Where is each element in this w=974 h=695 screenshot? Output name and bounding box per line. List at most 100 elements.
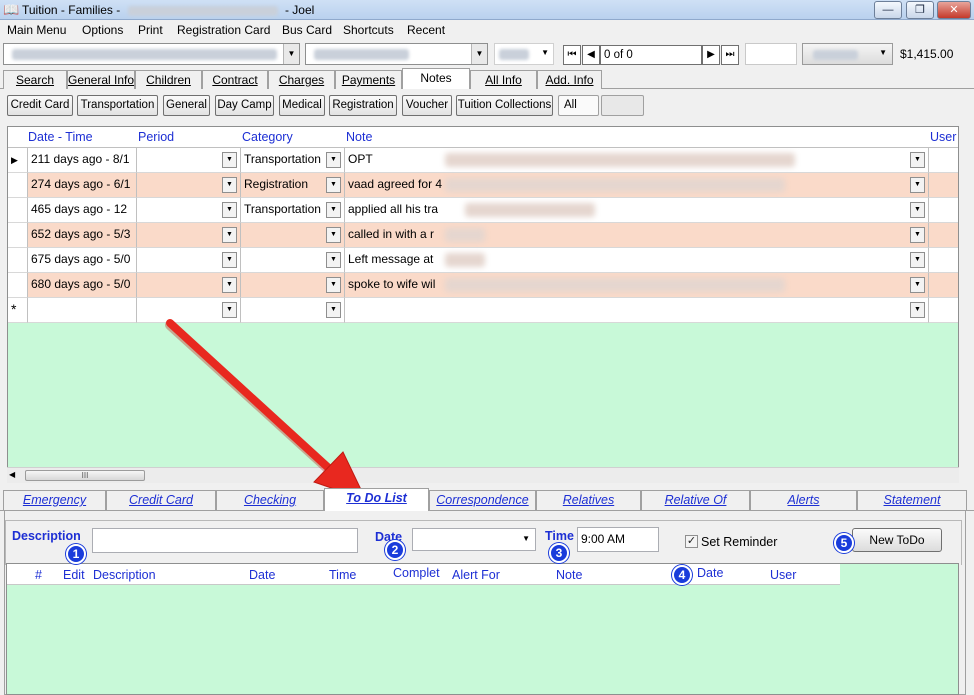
table-row[interactable]: 680 days ago - 5/0 ▼ ▼ spoke to wife wil… — [8, 273, 958, 298]
col-edit[interactable]: Edit — [63, 568, 85, 582]
table-row[interactable]: 675 days ago - 5/0 ▼ ▼ Left message at ▼ — [8, 248, 958, 273]
menu-print[interactable]: Print — [138, 23, 163, 37]
row-category[interactable]: ▼ — [241, 248, 345, 273]
table-row[interactable]: 652 days ago - 5/3 ▼ ▼ called in with a … — [8, 223, 958, 248]
row-selector-icon[interactable]: ▶ — [8, 148, 28, 173]
first-record-icon[interactable]: ⏮ — [563, 45, 581, 65]
restore-button[interactable]: ❐ — [906, 1, 934, 19]
filter-day-camp-button[interactable]: Day Camp — [215, 95, 274, 116]
chevron-down-icon[interactable]: ▼ — [910, 177, 925, 193]
search-box[interactable] — [745, 43, 797, 65]
tab-all-info[interactable]: All Info — [470, 70, 537, 89]
filter-tuition-collections-button[interactable]: Tuition Collections — [456, 95, 553, 116]
row-selector[interactable] — [8, 223, 28, 248]
description-input[interactable] — [92, 528, 358, 553]
chevron-down-icon[interactable]: ▼ — [910, 252, 925, 268]
col-alert-date[interactable]: Date — [697, 566, 723, 580]
chevron-down-icon[interactable]: ▼ — [471, 44, 487, 64]
chevron-down-icon[interactable]: ▼ — [326, 277, 341, 293]
chevron-down-icon[interactable]: ▼ — [326, 302, 341, 318]
col-note[interactable]: Note — [556, 568, 582, 582]
row-note[interactable]: ▼ — [345, 298, 929, 323]
menu-bus-card[interactable]: Bus Card — [282, 23, 332, 37]
chevron-down-icon[interactable]: ▼ — [326, 252, 341, 268]
filter-credit-card-button[interactable]: Credit Card — [7, 95, 73, 116]
menu-recent[interactable]: Recent — [407, 23, 445, 37]
row-period[interactable]: ▼ — [137, 298, 241, 323]
table-row[interactable]: ▶ 211 days ago - 8/1 ▼ Transportation ▼ O… — [8, 148, 958, 173]
chevron-down-icon[interactable]: ▼ — [910, 152, 925, 168]
horizontal-scrollbar[interactable]: ◀ III — [7, 467, 959, 483]
tab-search[interactable]: Search — [3, 70, 67, 89]
row-selector[interactable] — [8, 173, 28, 198]
tab-emergency[interactable]: Emergency — [3, 490, 106, 510]
tab-checking[interactable]: Checking — [216, 490, 324, 510]
last-record-icon[interactable]: ⏭ — [721, 45, 739, 65]
family-combo[interactable]: ▼ — [3, 43, 300, 65]
row-category[interactable]: ▼ — [241, 273, 345, 298]
chevron-down-icon[interactable]: ▼ — [910, 302, 925, 318]
row-period[interactable]: ▼ — [137, 223, 241, 248]
chevron-down-icon[interactable]: ▼ — [283, 44, 299, 64]
col-date[interactable]: Date — [249, 568, 275, 582]
chevron-down-icon[interactable]: ▼ — [910, 227, 925, 243]
new-todo-button[interactable]: New ToDo — [852, 528, 942, 552]
prev-record-icon[interactable]: ◀ — [582, 45, 600, 65]
parent-combo[interactable]: ▼ — [305, 43, 488, 65]
tab-contract[interactable]: Contract — [202, 70, 268, 89]
menu-registration-card[interactable]: Registration Card — [177, 23, 270, 37]
chevron-down-icon[interactable]: ▼ — [222, 252, 237, 268]
row-period[interactable]: ▼ — [137, 273, 241, 298]
chevron-down-icon[interactable]: ▼ — [222, 277, 237, 293]
filter-medical-button[interactable]: Medical — [279, 95, 325, 116]
filter-all-button[interactable]: All — [558, 95, 599, 116]
chevron-down-icon[interactable]: ▼ — [222, 152, 237, 168]
col-description[interactable]: Description — [93, 568, 156, 582]
chevron-down-icon[interactable]: ▼ — [326, 177, 341, 193]
table-row[interactable]: 465 days ago - 12 ▼ Transportation ▼ appl… — [8, 198, 958, 223]
tab-charges[interactable]: Charges — [268, 70, 335, 89]
col-note[interactable]: Note — [346, 130, 372, 144]
row-note[interactable]: applied all his tra ▼ — [345, 198, 929, 223]
tab-general-info[interactable]: General Info — [67, 70, 135, 89]
row-period[interactable]: ▼ — [137, 173, 241, 198]
row-category[interactable]: Registration ▼ — [241, 173, 345, 198]
chevron-down-icon[interactable]: ▼ — [222, 227, 237, 243]
chevron-down-icon[interactable]: ▼ — [522, 534, 530, 543]
next-record-icon[interactable]: ▶ — [702, 45, 720, 65]
row-period[interactable]: ▼ — [137, 198, 241, 223]
col-complete[interactable]: Complet — [393, 566, 440, 580]
tab-to-do-list[interactable]: To Do List — [324, 488, 429, 511]
tab-relatives[interactable]: Relatives — [536, 490, 641, 510]
chevron-down-icon[interactable]: ▼ — [910, 277, 925, 293]
chevron-down-icon[interactable]: ▼ — [326, 152, 341, 168]
chevron-down-icon[interactable]: ▼ — [326, 227, 341, 243]
tab-alerts[interactable]: Alerts — [750, 490, 857, 510]
col-period[interactable]: Period — [138, 130, 174, 144]
menu-options[interactable]: Options — [82, 23, 123, 37]
scroll-left-icon[interactable]: ◀ — [9, 470, 15, 479]
col-alert-for[interactable]: Alert For — [452, 568, 500, 582]
menu-shortcuts[interactable]: Shortcuts — [343, 23, 394, 37]
chevron-down-icon[interactable]: ▼ — [222, 177, 237, 193]
col-date-time[interactable]: Date - Time — [28, 130, 93, 144]
filter-transportation-button[interactable]: Transportation — [77, 95, 158, 116]
chevron-down-icon[interactable]: ▼ — [222, 302, 237, 318]
row-note[interactable]: Left message at ▼ — [345, 248, 929, 273]
col-number[interactable]: # — [35, 568, 42, 582]
row-period[interactable]: ▼ — [137, 148, 241, 173]
col-time[interactable]: Time — [329, 568, 356, 582]
chevron-down-icon[interactable]: ▼ — [879, 48, 887, 57]
tab-correspondence[interactable]: Correspondence — [429, 490, 536, 510]
col-category[interactable]: Category — [242, 130, 293, 144]
tab-payments[interactable]: Payments — [335, 70, 402, 89]
row-category[interactable]: ▼ — [241, 223, 345, 248]
filter-general-button[interactable]: General — [163, 95, 210, 116]
filter-combo[interactable]: ▼ — [494, 43, 554, 65]
row-note[interactable]: spoke to wife wil ▼ — [345, 273, 929, 298]
col-user[interactable]: User — [930, 130, 956, 144]
row-date[interactable] — [28, 298, 137, 323]
table-row[interactable]: 274 days ago - 6/1 ▼ Registration ▼ vaad … — [8, 173, 958, 198]
scroll-thumb[interactable]: III — [25, 470, 145, 481]
tab-notes[interactable]: Notes — [402, 68, 470, 89]
